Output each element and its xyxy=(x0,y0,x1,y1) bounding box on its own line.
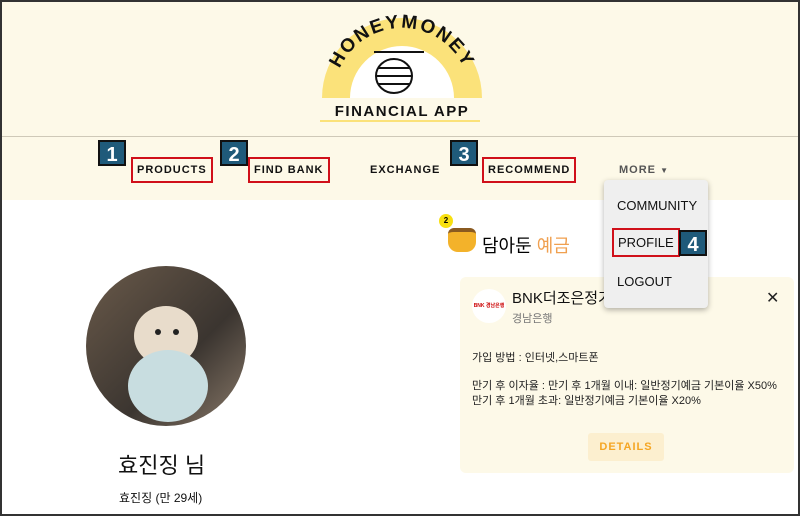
menu-item-community[interactable]: COMMUNITY xyxy=(617,198,697,213)
nav-recommend[interactable]: RECOMMEND xyxy=(482,157,577,183)
product-name: BNK더조은정기 xyxy=(512,290,612,307)
nav-find-bank[interactable]: FIND BANK xyxy=(248,157,330,183)
caret-down-icon: ▼ xyxy=(660,166,669,175)
details-button[interactable]: DETAILS xyxy=(588,433,664,461)
rate-line-2: 만기 후 1개월 초과: 일반정기예금 기본이율 X20% xyxy=(472,395,701,407)
bank-name: 경남은행 xyxy=(512,313,553,325)
annotation-badge-4: 4 xyxy=(679,230,707,256)
svg-text:FINANCIAL APP: FINANCIAL APP xyxy=(335,103,470,120)
avatar xyxy=(86,266,246,426)
divider xyxy=(2,136,798,137)
profile-name: 효진징 님 xyxy=(118,453,206,478)
menu-item-logout[interactable]: LOGOUT xyxy=(617,274,672,289)
saved-title: 담아둔 예금 xyxy=(482,232,570,258)
logo[interactable]: HONEYMONEY FINANCIAL APP xyxy=(314,10,490,127)
honey-jar-icon xyxy=(448,228,476,252)
rate-line-1: 만기 후 이자율 : 만기 후 1개월 이내: 일반정기예금 기본이율 X50% xyxy=(472,380,777,392)
nav-exchange[interactable]: EXCHANGE xyxy=(370,164,440,176)
annotation-badge-3: 3 xyxy=(450,140,478,166)
profile-subtitle: 효진징 (만 29세) xyxy=(119,491,203,505)
saved-title-a: 담아둔 xyxy=(482,236,532,256)
bank-logo: BNK 경남은행 xyxy=(472,289,506,323)
close-icon[interactable]: ✕ xyxy=(766,288,779,308)
annotation-badge-1: 1 xyxy=(98,140,126,166)
menu-item-profile[interactable]: PROFILE xyxy=(612,228,680,257)
nav-more-label: MORE xyxy=(619,164,656,176)
nav-products[interactable]: PRODUCTS xyxy=(131,157,213,183)
join-method: 가입 방법 : 인터넷,스마트폰 xyxy=(472,352,599,364)
saved-title-b: 예금 xyxy=(536,236,570,256)
annotation-badge-2: 2 xyxy=(220,140,248,166)
saved-count-badge: 2 xyxy=(439,214,453,228)
nav-more[interactable]: MORE ▼ xyxy=(619,164,669,176)
